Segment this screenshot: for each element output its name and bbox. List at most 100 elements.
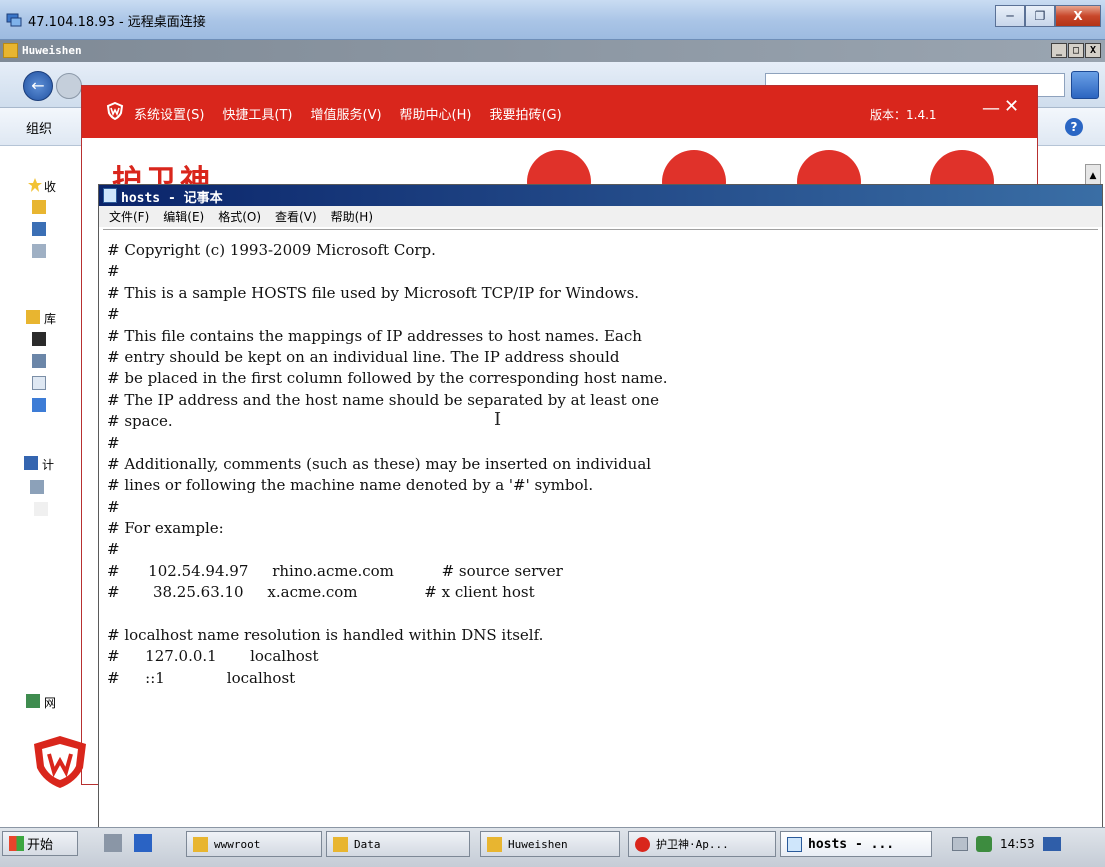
text-line: # entry should be kept on an individual … xyxy=(107,347,620,366)
taskbar-button-label: Data xyxy=(354,837,381,851)
explorer-minimize-button[interactable]: _ xyxy=(1051,43,1067,58)
text-line: # This is a sample HOSTS file used by Mi… xyxy=(107,283,640,302)
notepad-icon xyxy=(103,188,117,203)
videos-icon xyxy=(32,332,46,346)
recent-places-icon xyxy=(32,244,46,258)
search-icon[interactable] xyxy=(1071,71,1099,99)
network-label[interactable]: 网 xyxy=(44,694,56,711)
text-line: # xyxy=(107,305,120,324)
libraries-icon xyxy=(26,310,40,324)
taskbar-button-huweishen-folder[interactable]: Huweishen xyxy=(480,831,620,857)
rdp-minimize-button[interactable]: ─ xyxy=(995,5,1025,27)
forward-button[interactable] xyxy=(56,73,82,99)
windows-flag-icon xyxy=(9,836,24,851)
text-line: # xyxy=(107,540,120,559)
menu-quick-tools[interactable]: 快捷工具(T) xyxy=(222,104,292,123)
server-manager-icon[interactable] xyxy=(104,834,122,852)
organize-menu[interactable]: 组织 xyxy=(26,118,52,137)
drive-icon xyxy=(30,480,44,494)
explorer-window-controls: _ □ X xyxy=(1051,43,1101,58)
folder-icon xyxy=(193,836,208,852)
menu-edit[interactable]: 编辑(E) xyxy=(163,208,204,225)
taskbar-clock[interactable]: 14:53 xyxy=(1000,837,1035,851)
remote-desktop-icon xyxy=(6,13,22,27)
menu-help-center[interactable]: 帮助中心(H) xyxy=(400,104,472,123)
explorer-title: Huweishen xyxy=(22,44,82,57)
drive-selected-highlight xyxy=(34,502,48,516)
explorer-maximize-button[interactable]: □ xyxy=(1068,43,1084,58)
text-line: # This file contains the mappings of IP … xyxy=(107,326,642,345)
text-line: # Copyright (c) 1993-2009 Microsoft Corp… xyxy=(107,241,436,259)
computer-icon xyxy=(24,456,38,470)
menu-file[interactable]: 文件(F) xyxy=(109,208,149,225)
version-label: 版本：1.4.1 xyxy=(870,108,937,122)
security-tray-icon[interactable] xyxy=(976,836,992,852)
computer-label[interactable]: 计 xyxy=(42,456,54,473)
text-line: # The IP address and the host name shoul… xyxy=(107,390,659,409)
notepad-window: hosts - 记事本 文件(F) 编辑(E) 格式(O) 查看(V) 帮助(H… xyxy=(98,184,1103,828)
music-icon xyxy=(32,398,46,412)
huweishen-shield-icon xyxy=(34,736,86,788)
taskbar-button-wwwroot[interactable]: wwwroot xyxy=(186,831,322,857)
notepad-title: hosts - 记事本 xyxy=(121,191,223,206)
text-line xyxy=(107,604,1098,625)
system-tray: 14:53 xyxy=(948,831,1105,857)
text-line: # space. xyxy=(107,412,173,431)
text-line: # lines or following the machine name de… xyxy=(107,476,594,495)
powershell-icon[interactable] xyxy=(134,834,152,852)
rdp-close-button[interactable]: X xyxy=(1055,5,1101,27)
text-line: # localhost name resolution is handled w… xyxy=(107,626,544,645)
taskbar-button-data[interactable]: Data xyxy=(326,831,470,857)
star-icon xyxy=(28,178,42,192)
huweishen-menubar: 系统设置(S) 快捷工具(T) 增值服务(V) 帮助中心(H) 我要拍砖(G) … xyxy=(82,86,1037,138)
text-line: # be placed in the first column followed… xyxy=(107,369,668,388)
tray-icon[interactable] xyxy=(952,837,968,851)
start-label: 开始 xyxy=(27,838,54,853)
huweishen-close-button[interactable]: ✕ xyxy=(1004,98,1019,116)
start-button[interactable]: 开始 xyxy=(2,831,78,856)
explorer-close-button[interactable]: X xyxy=(1085,43,1101,58)
taskbar-button-label: hosts - ... xyxy=(808,836,895,852)
desktop-icon xyxy=(32,222,46,236)
help-icon[interactable]: ? xyxy=(1065,118,1083,136)
taskbar-button-label: Huweishen xyxy=(508,837,568,851)
notepad-text-area[interactable]: # Copyright (c) 1993-2009 Microsoft Corp… xyxy=(103,229,1098,825)
text-cursor-icon: I xyxy=(494,409,502,430)
text-line: # xyxy=(107,262,120,281)
menu-help[interactable]: 帮助(H) xyxy=(331,208,373,225)
text-line: # 102.54.94.97 rhino.acme.com # source s… xyxy=(107,561,563,580)
taskbar-button-label: wwwroot xyxy=(214,837,261,851)
folder-icon xyxy=(3,43,18,58)
huweishen-minimize-button[interactable]: — xyxy=(982,100,1000,118)
menu-value-added[interactable]: 增值服务(V) xyxy=(311,104,382,123)
menu-view[interactable]: 查看(V) xyxy=(275,208,317,225)
libraries-label[interactable]: 库 xyxy=(44,310,56,327)
text-line: # xyxy=(107,433,120,452)
folder-icon xyxy=(487,836,502,852)
rdp-restore-button[interactable]: ❐ xyxy=(1025,5,1055,27)
rdp-window-controls: ─ ❐ X xyxy=(995,5,1101,27)
text-line: # 38.25.63.10 x.acme.com # x client host xyxy=(107,583,535,602)
taskbar-button-huweishen-app[interactable]: 护卫神·Ap... xyxy=(628,831,776,857)
taskbar-button-label: 护卫神·Ap... xyxy=(656,838,729,851)
menu-format[interactable]: 格式(O) xyxy=(218,208,261,225)
rdp-titlebar: 47.104.18.93 - 远程桌面连接 ─ ❐ X xyxy=(0,0,1105,40)
taskbar: 开始 wwwroot Data Huweishen 护卫神·Ap... host… xyxy=(0,827,1105,867)
notepad-titlebar: hosts - 记事本 xyxy=(99,185,1102,206)
show-desktop-icon[interactable] xyxy=(1042,837,1061,851)
network-icon xyxy=(26,694,40,708)
notepad-icon xyxy=(787,836,802,852)
explorer-titlebar: Huweishen _ □ X xyxy=(0,40,1105,62)
favorites-label[interactable]: 收 xyxy=(44,178,56,195)
text-line: # For example: xyxy=(107,519,224,538)
rdp-window-title: 47.104.18.93 - 远程桌面连接 xyxy=(28,15,206,30)
menu-system-settings[interactable]: 系统设置(S) xyxy=(134,104,204,123)
notepad-menubar: 文件(F) 编辑(E) 格式(O) 查看(V) 帮助(H) xyxy=(99,206,1102,227)
documents-icon xyxy=(32,376,46,390)
back-button[interactable]: ← xyxy=(23,71,53,101)
menu-feedback[interactable]: 我要拍砖(G) xyxy=(489,104,561,123)
text-line: # xyxy=(107,497,120,516)
folder-icon xyxy=(333,836,348,852)
huweishen-icon xyxy=(635,836,650,852)
taskbar-button-notepad[interactable]: hosts - ... xyxy=(780,831,932,857)
